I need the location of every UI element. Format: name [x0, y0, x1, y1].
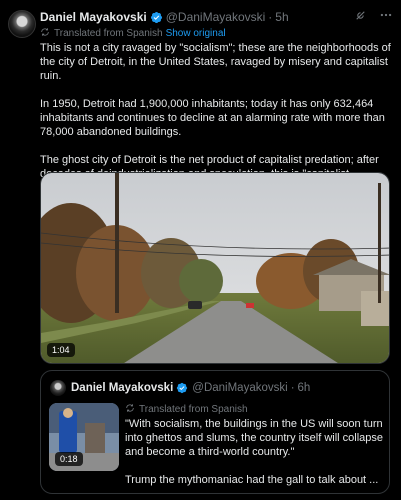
quote-paragraph: "With socialism, the buildings in the US… [125, 418, 384, 458]
verified-badge-icon [176, 382, 189, 395]
quote-time-separator: · [290, 382, 295, 394]
tweet: Daniel Mayakovski @DaniMayakovski · 5h T… [0, 0, 401, 500]
quote-text: "With socialism, the buildings in the US… [125, 417, 385, 493]
tweet-time[interactable]: 5h [275, 10, 288, 24]
quote-time[interactable]: 6h [298, 382, 311, 394]
quote-header: Daniel Mayakovski @DaniMayakovski · 6h [71, 379, 310, 397]
video-frame [41, 173, 389, 363]
more-icon[interactable] [379, 8, 393, 22]
translation-note: Translated from Spanish Show original [40, 26, 226, 40]
quote-paragraph: Trump the mythomaniac had the gall to ta… [125, 474, 379, 486]
translated-label: Translated from Spanish [54, 27, 163, 39]
time-separator: · [268, 10, 273, 24]
quote-translated-label: Translated from Spanish [139, 404, 248, 415]
verified-badge-icon [150, 11, 163, 24]
quote-author-name[interactable]: Daniel Mayakovski [71, 382, 173, 394]
quote-video-thumbnail[interactable]: 0:18 [49, 403, 119, 471]
avatar[interactable] [8, 10, 36, 38]
tweet-paragraph: This is not a city ravaged by "socialism… [40, 42, 391, 82]
author-handle[interactable]: @DaniMayakovski [166, 10, 266, 24]
quote-translation-note: Translated from Spanish [125, 403, 248, 416]
author-name[interactable]: Daniel Mayakovski [40, 10, 147, 24]
show-original-link[interactable]: Show original [166, 28, 226, 39]
video-player[interactable]: 1:04 [40, 172, 390, 364]
quote-avatar[interactable] [50, 380, 66, 396]
quote-video-duration: 0:18 [55, 452, 83, 466]
tweet-paragraph: In 1950, Detroit had 1,900,000 inhabitan… [40, 98, 385, 138]
quoted-tweet[interactable]: Daniel Mayakovski @DaniMayakovski · 6h 0… [40, 370, 390, 494]
translate-icon [125, 403, 139, 416]
tweet-header: Daniel Mayakovski @DaniMayakovski · 5h [40, 8, 393, 26]
grok-icon[interactable] [354, 9, 367, 22]
translate-icon [40, 27, 54, 40]
quote-author-handle[interactable]: @DaniMayakovski [192, 382, 287, 394]
video-duration: 1:04 [47, 343, 75, 357]
